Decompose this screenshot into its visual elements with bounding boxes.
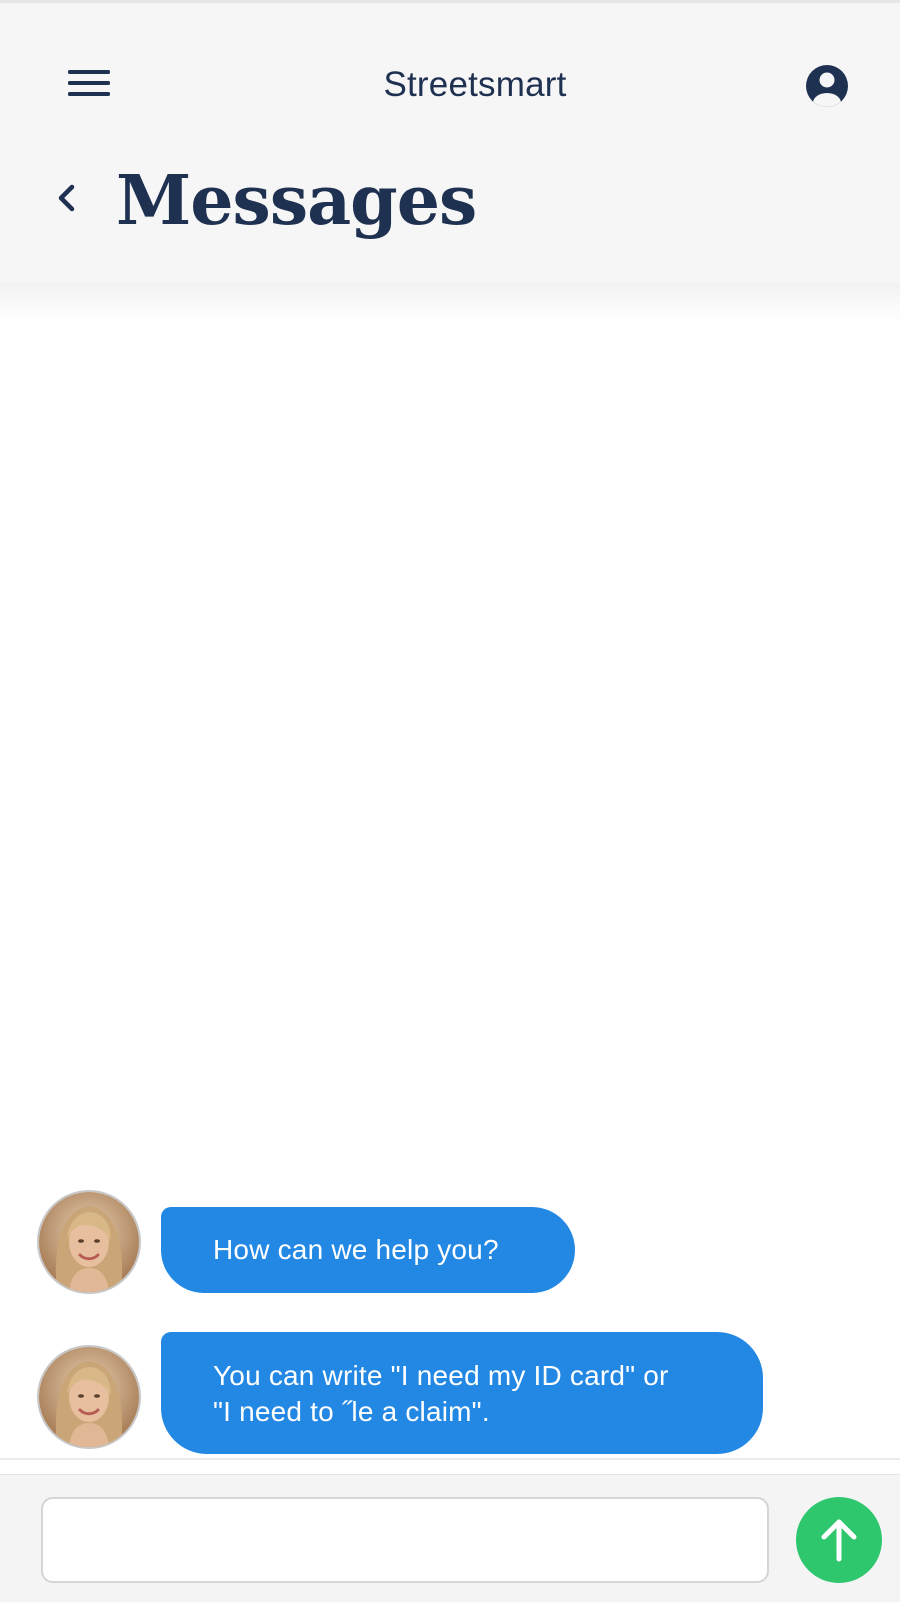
agent-avatar-photo xyxy=(39,1192,139,1292)
app-header: Streetsmart Messages xyxy=(0,3,900,283)
app-title: Streetsmart xyxy=(383,65,567,104)
back-button[interactable] xyxy=(50,175,86,221)
message-text: How can we help you? xyxy=(213,1234,499,1265)
message-bubble: How can we help you? xyxy=(161,1207,575,1293)
message-text-line: You can write "I need my ID card" or xyxy=(213,1360,669,1391)
message-input[interactable] xyxy=(41,1497,769,1583)
agent-avatar xyxy=(37,1190,141,1294)
message-bubble: You can write "I need my ID card" or "I … xyxy=(161,1332,763,1454)
header-shadow xyxy=(0,283,900,325)
user-circle-icon xyxy=(804,65,850,113)
page-title: Messages xyxy=(116,161,477,241)
message-composer xyxy=(0,1474,900,1602)
send-button[interactable] xyxy=(796,1497,882,1583)
account-button[interactable] xyxy=(804,63,850,109)
footer-divider xyxy=(0,1458,900,1460)
agent-avatar-photo xyxy=(39,1347,139,1447)
message-text-line: "I need to ˝le a claim". xyxy=(213,1396,490,1427)
agent-avatar xyxy=(37,1345,141,1449)
chevron-left-icon xyxy=(50,184,86,225)
message-row: How can we help you? xyxy=(0,1190,900,1294)
message-row: You can write "I need my ID card" or "I … xyxy=(0,1332,900,1454)
